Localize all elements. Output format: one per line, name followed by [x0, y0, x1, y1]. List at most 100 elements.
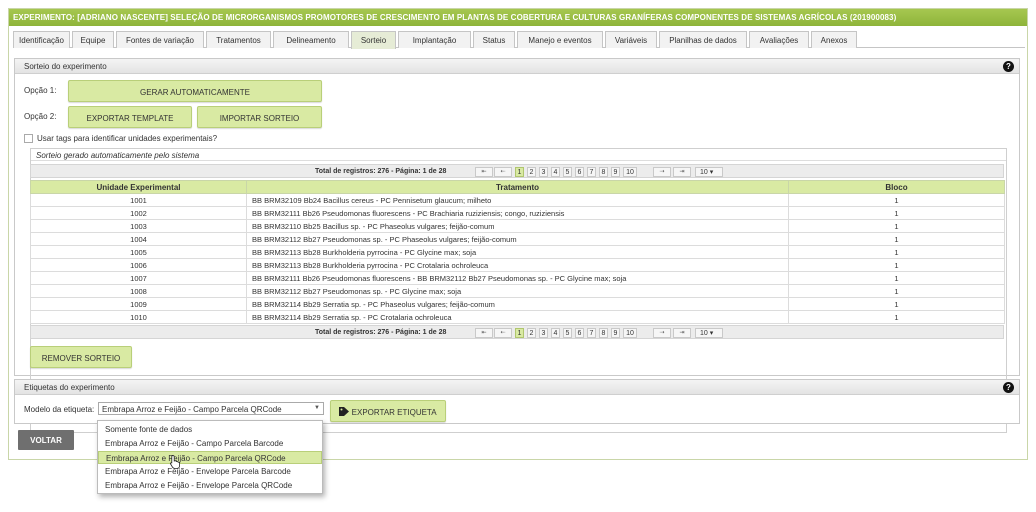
chevron-down-icon: ▼: [314, 405, 320, 411]
page-9-button[interactable]: 9: [611, 167, 620, 177]
sorteio-result-caption: Sorteio gerado automaticamente pelo sist…: [31, 149, 1006, 161]
last-page-icon[interactable]: ⇥: [673, 167, 691, 177]
label-model-dropdown: Somente fonte de dados Embrapa Arroz e F…: [97, 420, 323, 494]
cell-bloco: 1: [788, 258, 1005, 272]
page-6-button[interactable]: 6: [575, 328, 584, 338]
page-1-button[interactable]: 1: [515, 328, 524, 338]
cell-tratamento: BB BRM32113 Bb28 Burkholderia pyrrocina …: [246, 245, 789, 259]
dropdown-option[interactable]: Somente fonte de dados: [98, 423, 322, 436]
cell-unidade: 1005: [30, 245, 247, 259]
prev-page-icon[interactable]: ⇠: [494, 328, 512, 338]
page-4-button[interactable]: 4: [551, 328, 560, 338]
cell-bloco: 1: [788, 310, 1005, 324]
prev-page-icon[interactable]: ⇠: [494, 167, 512, 177]
dropdown-option-selected[interactable]: Embrapa Arroz e Feijão - Campo Parcela Q…: [98, 451, 322, 464]
tab-planilhas-de-dados[interactable]: Planilhas de dados: [659, 31, 747, 48]
cell-bloco: 1: [788, 219, 1005, 233]
cell-tratamento: BB BRM32111 Bb26 Pseudomonas fluorescens…: [246, 271, 789, 285]
sorteio-table: Unidade Experimental Tratamento Bloco 10…: [30, 180, 1005, 324]
back-button[interactable]: VOLTAR: [18, 430, 74, 450]
tab-delineamento[interactable]: Delineamento: [273, 31, 349, 48]
cell-unidade: 1004: [30, 232, 247, 246]
tab-identificacao[interactable]: Identificação: [13, 31, 70, 48]
tab-status[interactable]: Status: [473, 31, 515, 48]
col-bloco[interactable]: Bloco: [788, 180, 1005, 194]
export-label-button[interactable]: EXPORTAR ETIQUETA: [330, 400, 446, 422]
page-5-button[interactable]: 5: [563, 167, 572, 177]
generate-automatically-button[interactable]: GERAR AUTOMATICAMENTE: [68, 80, 322, 102]
table-row: 1005 BB BRM32113 Bb28 Burkholderia pyrroc…: [30, 245, 1005, 259]
table-row: 1002 BB BRM32111 Bb26 Pseudomonas fluores…: [30, 206, 1005, 220]
col-tratamento[interactable]: Tratamento: [246, 180, 789, 194]
cell-tratamento: BB BRM32112 Bb27 Pseudomonas sp. - PC Ph…: [246, 232, 789, 246]
page-7-button[interactable]: 7: [587, 328, 596, 338]
page-4-button[interactable]: 4: [551, 167, 560, 177]
sorteio-panel-header: Sorteio do experimento ?: [15, 59, 1019, 74]
dropdown-option[interactable]: Embrapa Arroz e Feijão - Envelope Parcel…: [98, 479, 322, 492]
tab-variaveis[interactable]: Variáveis: [605, 31, 657, 48]
tab-tratamentos[interactable]: Tratamentos: [206, 31, 271, 48]
help-circle-icon[interactable]: ?: [1003, 61, 1014, 72]
use-tags-checkbox[interactable]: [24, 134, 33, 143]
page-3-button[interactable]: 3: [539, 328, 548, 338]
page-7-button[interactable]: 7: [587, 167, 596, 177]
tab-fontes-de-variacao[interactable]: Fontes de variação: [116, 31, 204, 48]
table-row: 1004 BB BRM32112 Bb27 Pseudomonas sp. - P…: [30, 232, 1005, 246]
page-8-button[interactable]: 8: [599, 328, 608, 338]
etiquetas-panel-title: Etiquetas do experimento: [24, 383, 115, 392]
cell-bloco: 1: [788, 232, 1005, 246]
page-6-button[interactable]: 6: [575, 167, 584, 177]
table-row: 1001 BB BRM32109 Bb24 Bacillus cereus - P…: [30, 193, 1005, 207]
tab-implantacao[interactable]: Implantação: [398, 31, 471, 48]
page-10-button[interactable]: 10: [623, 167, 637, 177]
table-header-row: Unidade Experimental Tratamento Bloco: [30, 180, 1005, 194]
help-circle-icon[interactable]: ?: [1003, 382, 1014, 393]
page-2-button[interactable]: 2: [527, 167, 536, 177]
tab-manejo-e-eventos[interactable]: Manejo e eventos: [517, 31, 603, 48]
page-10-button[interactable]: 10: [623, 328, 637, 338]
dropdown-option[interactable]: Embrapa Arroz e Feijão - Envelope Parcel…: [98, 465, 322, 478]
page-3-button[interactable]: 3: [539, 167, 548, 177]
option2-label: Opção 2:: [24, 112, 57, 121]
page-5-button[interactable]: 5: [563, 328, 572, 338]
table-row: 1007 BB BRM32111 Bb26 Pseudomonas fluores…: [30, 271, 1005, 285]
tab-sorteio[interactable]: Sorteio: [351, 31, 396, 49]
cell-unidade: 1003: [30, 219, 247, 233]
export-template-button[interactable]: EXPORTAR TEMPLATE: [68, 106, 192, 128]
col-unidade-experimental[interactable]: Unidade Experimental: [30, 180, 247, 194]
import-sorteio-button[interactable]: IMPORTAR SORTEIO: [197, 106, 322, 128]
last-page-icon[interactable]: ⇥: [673, 328, 691, 338]
table-row: 1008 BB BRM32112 Bb27 Pseudomonas sp. - P…: [30, 284, 1005, 298]
first-page-icon[interactable]: ⇤: [475, 328, 493, 338]
page-size-select[interactable]: 10 ▾: [695, 328, 723, 338]
tab-anexos[interactable]: Anexos: [811, 31, 857, 48]
page-8-button[interactable]: 8: [599, 167, 608, 177]
cell-unidade: 1008: [30, 284, 247, 298]
cell-unidade: 1009: [30, 297, 247, 311]
dropdown-option[interactable]: Embrapa Arroz e Feijão - Campo Parcela B…: [98, 437, 322, 450]
page-9-button[interactable]: 9: [611, 328, 620, 338]
page-1-button[interactable]: 1: [515, 167, 524, 177]
tab-avaliacoes[interactable]: Avaliações: [749, 31, 809, 48]
cell-bloco: 1: [788, 193, 1005, 207]
etiquetas-panel: Etiquetas do experimento ? Modelo da eti…: [14, 379, 1020, 424]
first-page-icon[interactable]: ⇤: [475, 167, 493, 177]
table-row: 1003 BB BRM32110 Bb25 Bacillus sp. - PC P…: [30, 219, 1005, 233]
use-tags-label: Usar tags para identificar unidades expe…: [37, 134, 218, 143]
pager-info: Total de registros: 276 - Página: 1 de 2…: [315, 168, 447, 175]
option1-label: Opção 1:: [24, 86, 57, 95]
cell-unidade: 1010: [30, 310, 247, 324]
next-page-icon[interactable]: ⇢: [653, 167, 671, 177]
cell-bloco: 1: [788, 206, 1005, 220]
tab-equipe[interactable]: Equipe: [72, 31, 114, 48]
remove-sorteio-button[interactable]: REMOVER SORTEIO: [30, 346, 132, 368]
cell-tratamento: BB BRM32109 Bb24 Bacillus cereus - PC Pe…: [246, 193, 789, 207]
next-page-icon[interactable]: ⇢: [653, 328, 671, 338]
table-row: 1006 BB BRM32113 Bb28 Burkholderia pyrroc…: [30, 258, 1005, 272]
tag-icon: [339, 407, 350, 416]
cell-unidade: 1002: [30, 206, 247, 220]
label-model-select[interactable]: Embrapa Arroz e Feijão - Campo Parcela Q…: [98, 402, 324, 415]
page-size-select[interactable]: 10 ▾: [695, 167, 723, 177]
cell-tratamento: BB BRM32111 Bb26 Pseudomonas fluorescens…: [246, 206, 789, 220]
page-2-button[interactable]: 2: [527, 328, 536, 338]
